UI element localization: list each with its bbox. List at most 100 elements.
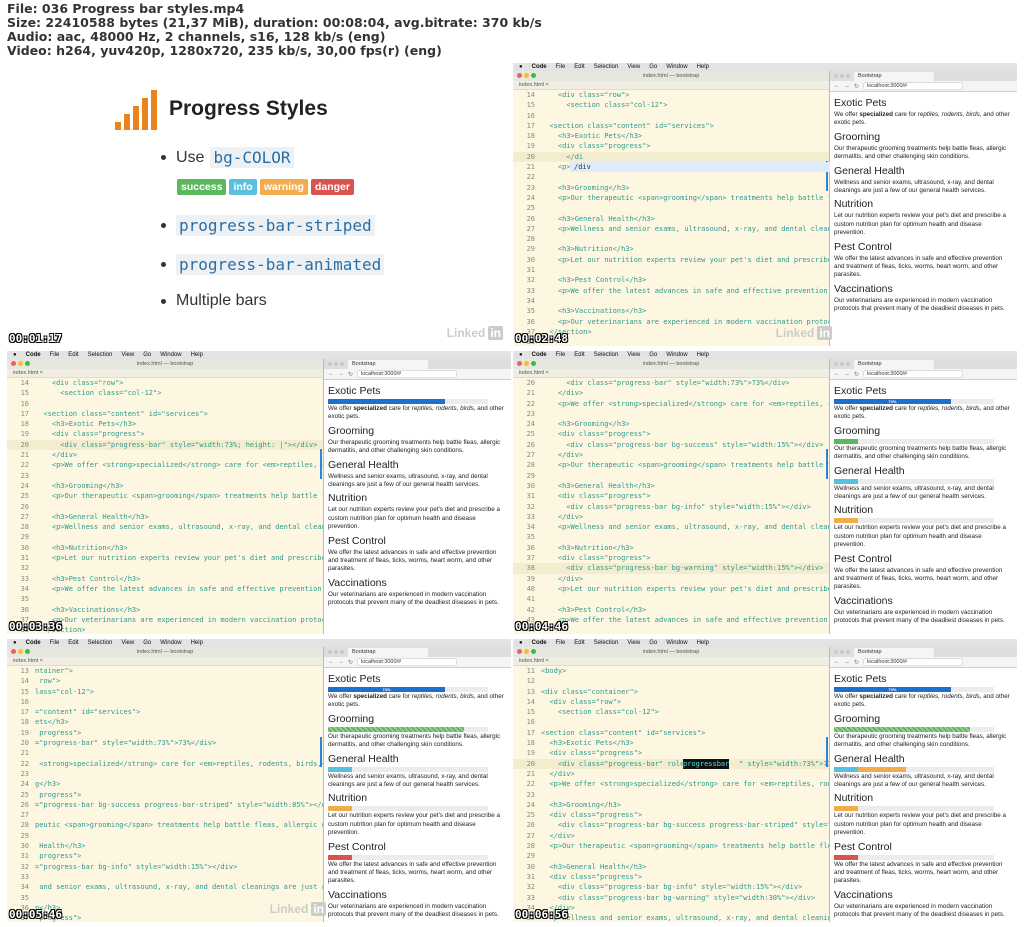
editor-tab-index-html[interactable]: index.html × [513, 81, 829, 90]
code-line[interactable]: 26 ="progress-bar bg-success progress-bar… [7, 800, 323, 810]
minimize-button[interactable] [334, 650, 338, 654]
code-lines[interactable]: 14 <div class="row"> 15 <section class="c… [513, 90, 829, 346]
minimize-button[interactable] [524, 649, 529, 654]
code-lines[interactable]: 20 <div class="progress-bar" style="widt… [513, 378, 829, 634]
code-line[interactable]: 29 [7, 831, 323, 841]
code-line[interactable]: 37 <div class="progress"> [513, 553, 829, 563]
code-line[interactable]: 30 <h3>Nutrition</h3> [7, 543, 323, 553]
zoom-button[interactable] [25, 361, 30, 366]
code-line[interactable]: 26 <div class="progress-bar bg-success p… [513, 820, 829, 830]
reload-icon[interactable]: ↻ [854, 371, 859, 378]
code-line[interactable]: 23 [513, 790, 829, 800]
menu-item-file[interactable]: File [556, 352, 566, 358]
code-line[interactable]: 24 <h3>Grooming</h3> [513, 800, 829, 810]
menu-app-name[interactable]: Code [26, 640, 41, 646]
code-line[interactable]: 25 <p>Our therapeutic <span>grooming</sp… [7, 491, 323, 501]
close-button[interactable] [834, 362, 838, 366]
menu-item-edit[interactable]: Edit [68, 640, 78, 646]
code-line[interactable]: 27 <h3>General Health</h3> [7, 512, 323, 522]
code-line[interactable]: 26 <div class="progress-bar bg-success" … [513, 440, 829, 450]
code-line[interactable]: 39 </div> [513, 574, 829, 584]
forward-icon[interactable]: → [844, 659, 850, 665]
code-line[interactable]: 26 [7, 502, 323, 512]
code-line[interactable]: 15 <section class="col-12"> [7, 388, 323, 398]
browser-tab[interactable]: Bootstrap [348, 648, 428, 657]
code-line[interactable]: 29 [513, 851, 829, 861]
menu-item-selection[interactable]: Selection [594, 352, 619, 358]
code-line[interactable]: 15 lass="col-12"> [7, 687, 323, 697]
code-line[interactable]: 24 <h3>Grooming</h3> [7, 481, 323, 491]
menu-app-name[interactable]: Code [532, 352, 547, 358]
zoom-button[interactable] [25, 649, 30, 654]
forward-icon[interactable]: → [844, 83, 850, 89]
browser-tab[interactable]: Bootstrap [348, 360, 428, 369]
address-bar[interactable]: localhost:3000/# [863, 370, 964, 378]
zoom-button[interactable] [531, 73, 536, 78]
code-line[interactable]: 31 <div class="progress"> [513, 491, 829, 501]
code-line[interactable]: 33 </div> [513, 512, 829, 522]
menu-item-help[interactable]: Help [191, 640, 203, 646]
menu-item-go[interactable]: Go [649, 640, 657, 646]
editor-tab-index-html[interactable]: index.html × [7, 657, 323, 666]
back-icon[interactable]: ← [834, 371, 840, 377]
code-line[interactable]: 22 <p>We offer <strong>specialized</stro… [7, 460, 323, 470]
back-icon[interactable]: ← [328, 371, 334, 377]
apple-icon[interactable]: ● [13, 640, 17, 646]
code-line[interactable]: 16 [7, 399, 323, 409]
menu-item-file[interactable]: File [50, 352, 60, 358]
menu-item-view[interactable]: View [121, 352, 134, 358]
code-line[interactable]: 34 <p>Wellness and senior exams, ultraso… [513, 522, 829, 532]
code-line[interactable]: 25 <div class="progress"> [513, 810, 829, 820]
code-line[interactable]: 28 peutic <span>grooming</span> treatment… [7, 820, 323, 830]
code-line[interactable]: 23 [7, 471, 323, 481]
code-line[interactable]: 33 <h3>Pest Control</h3> [7, 574, 323, 584]
close-button[interactable] [834, 650, 838, 654]
menu-item-window[interactable]: Window [666, 640, 687, 646]
code-line[interactable]: 22 <p>We offer <strong>specialized</stro… [513, 779, 829, 789]
minimize-button[interactable] [524, 73, 529, 78]
zoom-button[interactable] [846, 362, 850, 366]
reload-icon[interactable]: ↻ [348, 659, 353, 666]
menu-item-help[interactable]: Help [697, 640, 709, 646]
code-line[interactable]: 27 <p>Wellness and senior exams, ultraso… [513, 224, 829, 234]
code-line[interactable]: 14 row"> [7, 676, 323, 686]
editor-tab-index-html[interactable]: index.html × [513, 369, 829, 378]
code-line[interactable]: 34 [513, 296, 829, 306]
code-line[interactable]: 29 <h3>Nutrition</h3> [513, 244, 829, 254]
menu-item-view[interactable]: View [121, 640, 134, 646]
menu-item-help[interactable]: Help [697, 64, 709, 70]
code-line[interactable]: 13 <div class="container"> [513, 687, 829, 697]
code-line[interactable]: 28 [513, 234, 829, 244]
code-line[interactable]: 15 <section class="col-12"> [513, 100, 829, 110]
code-line[interactable]: 32 <div class="progress-bar bg-info" sty… [513, 502, 829, 512]
reload-icon[interactable]: ↻ [854, 83, 859, 90]
menu-item-selection[interactable]: Selection [594, 640, 619, 646]
forward-icon[interactable]: → [338, 659, 344, 665]
code-line[interactable]: 19 <div class="progress"> [7, 429, 323, 439]
menu-item-help[interactable]: Help [697, 352, 709, 358]
apple-icon[interactable]: ● [519, 64, 523, 70]
code-line[interactable]: 35 [7, 594, 323, 604]
code-line[interactable]: 42 <h3>Pest Control</h3> [513, 605, 829, 615]
code-line[interactable]: 18 ets</h3> [7, 717, 323, 727]
code-line[interactable]: 27 [7, 810, 323, 820]
code-line[interactable]: 32 <div class="progress-bar bg-info" sty… [513, 882, 829, 892]
menu-item-go[interactable]: Go [143, 640, 151, 646]
menu-item-file[interactable]: File [556, 640, 566, 646]
code-line[interactable]: 20 </di [513, 151, 829, 163]
menu-item-selection[interactable]: Selection [88, 640, 113, 646]
menu-item-window[interactable]: Window [160, 352, 181, 358]
code-line[interactable]: 14 <div class="row"> [7, 378, 323, 388]
code-line[interactable]: 21 </div> [7, 450, 323, 460]
code-line[interactable]: 24 <h3>Grooming</h3> [513, 419, 829, 429]
code-line[interactable]: 19 <div class="progress"> [513, 748, 829, 758]
code-line[interactable]: 35 <h3>Vaccinations</h3> [513, 306, 829, 316]
code-line[interactable]: 36 <h3>Nutrition</h3> [513, 543, 829, 553]
reload-icon[interactable]: ↻ [854, 659, 859, 666]
code-line[interactable]: 26 <h3>General Health</h3> [513, 214, 829, 224]
menu-item-edit[interactable]: Edit [574, 64, 584, 70]
code-line[interactable]: 27 </div> [513, 831, 829, 841]
minimize-button[interactable] [840, 362, 844, 366]
code-line[interactable]: 20 <div class="progress-bar" style="widt… [7, 439, 323, 451]
close-button[interactable] [517, 361, 522, 366]
